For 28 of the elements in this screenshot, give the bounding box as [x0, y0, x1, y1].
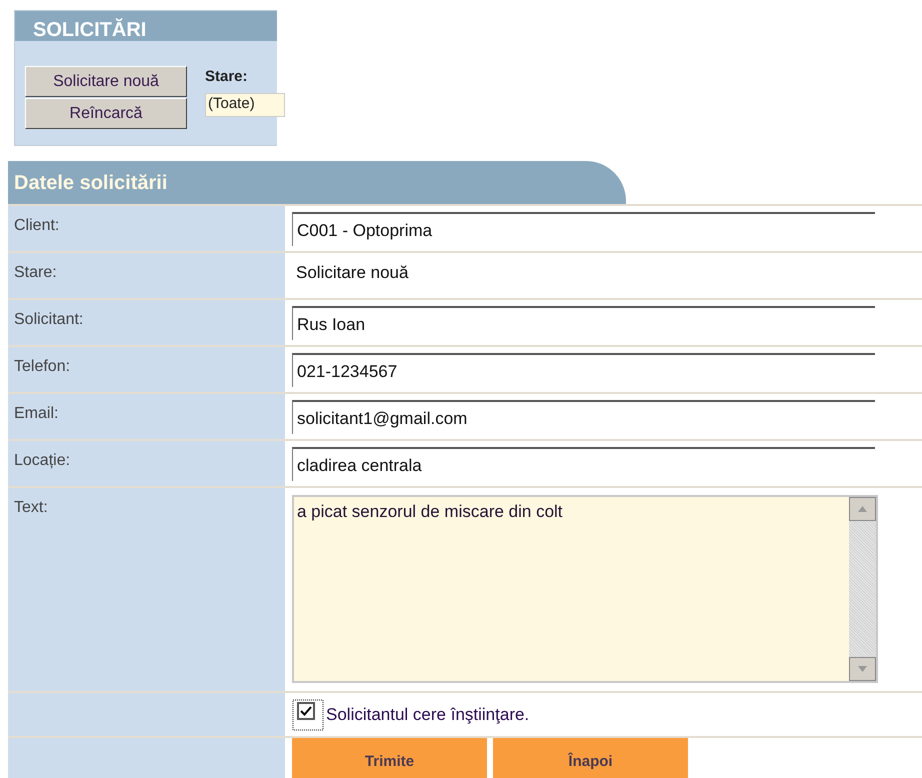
field-label: Stare:: [8, 253, 285, 298]
text-field[interactable]: cladirea centrala: [292, 447, 875, 481]
field-label: Telefon:: [8, 347, 285, 392]
field-label: Email:: [8, 394, 285, 439]
text-field[interactable]: C001 - Optoprima: [292, 212, 875, 246]
text-field[interactable]: solicitant1@gmail.com: [292, 400, 875, 434]
scroll-down-icon[interactable]: [849, 657, 876, 681]
panel-title: SOLICITĂRI: [15, 11, 277, 41]
text-field[interactable]: 021-1234567: [292, 353, 875, 387]
checkbox-icon[interactable]: [292, 699, 324, 731]
field-value: Solicitare nouă: [296, 262, 408, 283]
form-button[interactable]: Înapoi: [493, 738, 688, 778]
field-label: Client:: [8, 206, 285, 251]
status-select[interactable]: (Toate): [205, 93, 285, 117]
text-area-value: a picat senzorul de miscare din colt: [296, 501, 563, 523]
notify-checkbox[interactable]: Solicitantul cere înştiinţare.: [292, 699, 530, 731]
section-title: Datele solicitării: [8, 161, 626, 204]
scroll-up-icon[interactable]: [849, 497, 876, 521]
field-label: Locație:: [8, 441, 285, 486]
text-area[interactable]: a picat senzorul de miscare din colt: [292, 495, 878, 683]
toolbar-button[interactable]: Reîncarcă: [25, 98, 187, 129]
text-field[interactable]: Rus Ioan: [292, 306, 875, 340]
form-button[interactable]: Trimite: [292, 738, 487, 778]
filter-label: Stare:: [205, 68, 249, 85]
field-label: Solicitant:: [8, 300, 285, 345]
field-label: Text:: [8, 488, 285, 691]
scrollbar[interactable]: [849, 497, 876, 681]
toolbar-button[interactable]: Solicitare nouă: [25, 66, 187, 97]
